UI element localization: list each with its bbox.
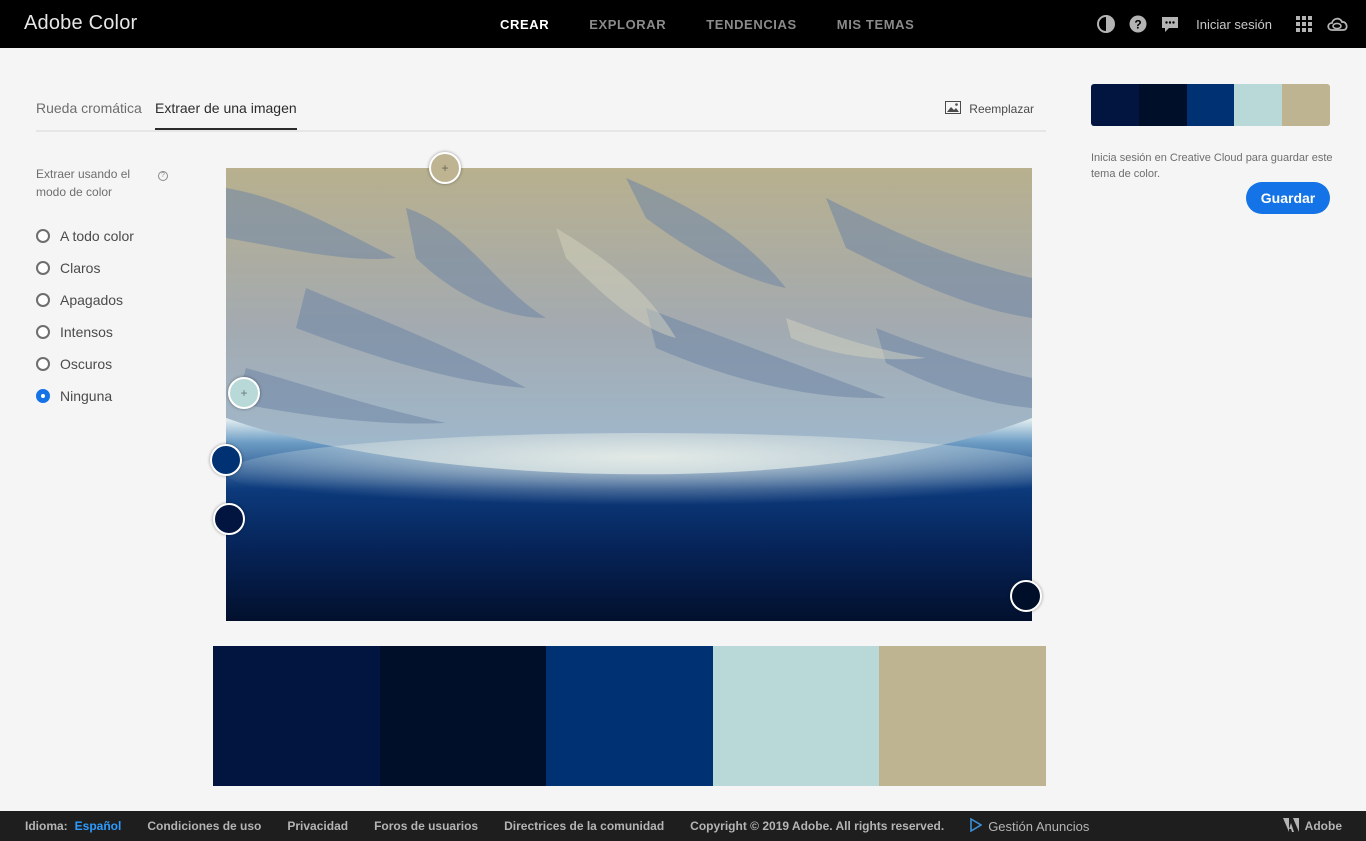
mode-tabs: Rueda cromática Extraer de una imagen Re… <box>36 84 1046 132</box>
mode-intensos[interactable]: Intensos <box>36 316 134 348</box>
mode-label: Apagados <box>60 292 124 308</box>
color-sampler-2[interactable]: + <box>228 377 260 409</box>
nav-mis-temas[interactable]: MIS TEMAS <box>837 17 915 32</box>
sampler-plus: + <box>240 386 248 400</box>
contrast-icon[interactable] <box>1096 14 1116 34</box>
footer-link-terms[interactable]: Condiciones de uso <box>147 819 261 833</box>
color-sampler-5[interactable] <box>1010 580 1042 612</box>
signin-link[interactable]: Iniciar sesión <box>1196 17 1272 32</box>
mode-label: Ninguna <box>60 388 113 404</box>
mode-label: A todo color <box>60 228 134 244</box>
theme-preview <box>1091 84 1330 126</box>
svg-text:?: ? <box>1134 18 1141 32</box>
radio-button-checked[interactable] <box>36 389 50 403</box>
color-mode-heading: Extraer usando el modo de color <box>36 167 131 199</box>
tab-extraer-imagen[interactable]: Extraer de una imagen <box>155 100 297 130</box>
preview-swatch-5 <box>1282 84 1330 126</box>
mode-label: Claros <box>60 260 101 276</box>
image-icon <box>945 101 962 117</box>
radio-button[interactable] <box>36 357 50 371</box>
chat-icon[interactable] <box>1160 14 1180 34</box>
preview-swatch-4 <box>1234 84 1283 126</box>
mode-a-todo-color[interactable]: A todo color <box>36 220 134 252</box>
save-note: Inicia sesión en Creative Cloud para gua… <box>1091 152 1333 180</box>
adobe-logo-icon <box>1282 817 1299 835</box>
swatch-4[interactable] <box>712 646 880 786</box>
footer-link-privacy[interactable]: Privacidad <box>287 819 348 833</box>
radio-button[interactable] <box>36 293 50 307</box>
ad-choices-link[interactable]: Gestión Anuncios <box>970 817 1090 835</box>
radio-button[interactable] <box>36 261 50 275</box>
top-right-tools: ? Iniciar sesión <box>1096 0 1350 48</box>
sampler-plus: + <box>441 161 449 175</box>
radio-button[interactable] <box>36 325 50 339</box>
color-sampler-4[interactable] <box>213 503 245 535</box>
language-label: Idioma: <box>25 819 68 833</box>
swatch-3[interactable] <box>546 646 713 786</box>
mode-ninguna[interactable]: Ninguna <box>36 380 134 412</box>
mode-apagados[interactable]: Apagados <box>36 284 134 316</box>
theme-swatch-strip <box>213 646 1046 786</box>
language-selector[interactable]: Español <box>75 819 122 833</box>
earth-photo <box>226 168 1032 621</box>
color-sampler-3[interactable] <box>210 444 242 476</box>
preview-swatch-2 <box>1138 84 1187 126</box>
swatch-5[interactable] <box>879 646 1046 786</box>
help-icon[interactable]: ? <box>1128 14 1148 34</box>
nav-tendencias[interactable]: TENDENCIAS <box>706 17 797 32</box>
apps-grid-icon[interactable] <box>1294 14 1314 34</box>
top-bar: Adobe Color CREAR EXPLORAR TENDENCIAS MI… <box>0 0 1366 48</box>
creative-cloud-icon[interactable] <box>1326 14 1350 34</box>
footer-link-guidelines[interactable]: Directrices de la comunidad <box>504 819 664 833</box>
tab-rueda-cromatica[interactable]: Rueda cromática <box>36 100 142 128</box>
radio-button[interactable] <box>36 229 50 243</box>
ad-choices-icon <box>970 817 983 835</box>
swatch-2[interactable] <box>379 646 547 786</box>
mode-claros[interactable]: Claros <box>36 252 134 284</box>
info-icon[interactable]: ? <box>158 171 168 181</box>
adobe-logo-link[interactable]: Adobe <box>1282 811 1342 841</box>
copyright: Copyright © 2019 Adobe. All rights reser… <box>690 819 945 833</box>
nav-crear[interactable]: CREAR <box>500 17 549 32</box>
ad-choices-label: Gestión Anuncios <box>988 818 1090 834</box>
footer: Idioma: Español Condiciones de uso Priva… <box>0 811 1366 841</box>
adobe-label: Adobe <box>1304 819 1342 833</box>
footer-link-forums[interactable]: Foros de usuarios <box>374 819 478 833</box>
color-mode-options: A todo color Claros Apagados Intensos Os… <box>36 220 134 412</box>
main-nav: CREAR EXPLORAR TENDENCIAS MIS TEMAS <box>500 0 914 48</box>
brand-logo[interactable]: Adobe Color <box>24 12 137 35</box>
replace-label: Reemplazar <box>969 102 1034 116</box>
swatch-1[interactable] <box>213 646 380 786</box>
mode-oscuros[interactable]: Oscuros <box>36 348 134 380</box>
mode-label: Oscuros <box>60 356 113 372</box>
mode-label: Intensos <box>60 324 113 340</box>
preview-swatch-1 <box>1091 84 1139 126</box>
nav-explorar[interactable]: EXPLORAR <box>589 17 666 32</box>
save-button[interactable]: Guardar <box>1246 182 1330 214</box>
color-sampler-1[interactable]: + <box>429 152 461 184</box>
preview-swatch-3 <box>1186 84 1235 126</box>
source-image[interactable] <box>226 168 1032 621</box>
replace-image-button[interactable]: Reemplazar <box>945 101 1034 117</box>
